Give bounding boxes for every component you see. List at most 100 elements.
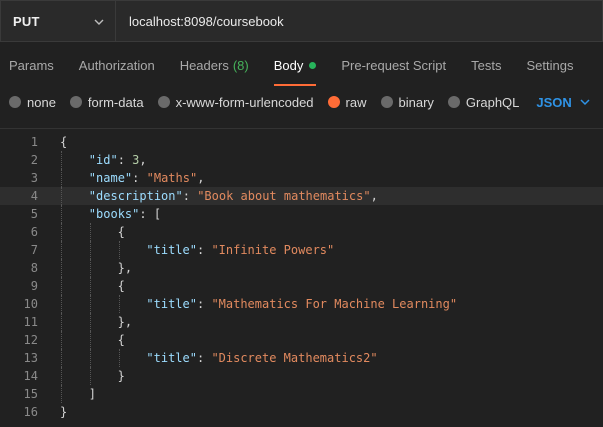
code-text: { <box>117 333 125 347</box>
line-number: 13 <box>23 351 38 365</box>
indent-guide <box>61 151 62 169</box>
code-text: }, <box>117 261 133 275</box>
radio-graphql[interactable]: GraphQL <box>447 94 520 110</box>
radio-selected-icon <box>327 96 340 108</box>
tab-label: Body <box>273 57 304 73</box>
indent-guide <box>89 259 91 277</box>
line-number: 7 <box>30 243 38 257</box>
line-number: 11 <box>23 315 38 329</box>
tab-headers[interactable]: Headers (8) <box>180 44 249 86</box>
line-number: 3 <box>30 171 38 185</box>
tab-params[interactable]: Params <box>9 44 54 86</box>
code-text: "title": "Discrete Mathematics2" <box>146 351 378 365</box>
code-line: 8}, <box>0 259 603 277</box>
code-line: 15] <box>0 385 603 403</box>
code-text: "title": "Mathematics For Machine Learni… <box>146 297 458 311</box>
indent-guide <box>118 349 120 367</box>
radio-form-data[interactable]: form-data <box>69 94 144 110</box>
url-input[interactable]: localhost:8098/coursebook <box>115 0 603 42</box>
indent-guide <box>61 385 62 403</box>
indent-guide <box>61 169 62 187</box>
code-line: 14} <box>0 367 603 385</box>
radio-icon <box>69 96 82 108</box>
code-text: } <box>60 405 68 419</box>
language-select[interactable]: JSON <box>536 94 590 110</box>
code-line: 13 "title": "Discrete Mathematics2" <box>0 349 603 367</box>
radio-raw[interactable]: raw <box>327 94 367 110</box>
code-line: 16} <box>0 403 603 421</box>
line-number: 6 <box>30 225 38 239</box>
tab-body[interactable]: Body <box>273 44 317 86</box>
indent-guide <box>89 295 91 313</box>
body-type-selector: none form-data x-www-form-urlencoded raw… <box>0 86 603 118</box>
code-line: 11}, <box>0 313 603 331</box>
request-tabs: Params Authorization Headers (8) Body Pre… <box>0 44 603 86</box>
tab-label: Pre-request Script <box>341 57 447 73</box>
radio-label: GraphQL <box>465 94 520 110</box>
indent-guide <box>89 349 91 367</box>
indent-guide <box>61 349 62 367</box>
indent-guide <box>89 313 91 331</box>
radio-icon <box>380 96 393 108</box>
line-number: 9 <box>30 279 38 293</box>
radio-icon <box>157 96 170 108</box>
radio-icon <box>9 96 21 108</box>
radio-binary[interactable]: binary <box>380 94 434 110</box>
code-line: 1{ <box>0 133 603 151</box>
indent-guide <box>61 367 62 385</box>
body-indicator-dot <box>309 61 317 69</box>
radio-label: binary <box>398 94 434 110</box>
code-line: 9{ <box>0 277 603 295</box>
tab-settings[interactable]: Settings <box>526 44 573 86</box>
line-number: 4 <box>30 189 38 203</box>
code-text: "description": "Book about mathematics", <box>88 189 378 203</box>
tab-label: Params <box>9 57 54 73</box>
indent-guide <box>89 331 91 349</box>
radio-label: raw <box>345 94 367 110</box>
code-editor[interactable]: 1{2 "id": 3, 3 "name": "Maths", 4 "descriptio… <box>0 128 603 427</box>
indent-guide <box>89 241 91 259</box>
indent-guide <box>61 205 62 223</box>
radio-label: form-data <box>87 94 144 110</box>
code-text: "books": [ <box>88 207 162 221</box>
indent-guide <box>61 223 62 241</box>
line-number: 15 <box>23 387 38 401</box>
radio-none[interactable]: none <box>9 95 56 110</box>
code-text: "name": "Maths", <box>88 171 205 185</box>
tab-pre-request-script[interactable]: Pre-request Script <box>341 44 446 86</box>
method-label: PUT <box>13 13 40 29</box>
tab-label: Headers <box>179 57 229 73</box>
url-text: localhost:8098/coursebook <box>129 13 284 29</box>
tab-label: Settings <box>526 57 574 73</box>
indent-guide <box>61 313 62 331</box>
radio-label: none <box>27 94 56 110</box>
language-label: JSON <box>536 94 572 110</box>
chevron-down-icon <box>94 19 104 25</box>
code-line: 7 "title": "Infinite Powers" <box>0 241 603 259</box>
tab-tests[interactable]: Tests <box>471 44 501 86</box>
indent-guide <box>61 295 62 313</box>
request-bar: PUT localhost:8098/coursebook <box>0 0 603 44</box>
code-text: "title": "Infinite Powers" <box>146 243 335 257</box>
indent-guide <box>61 277 62 295</box>
tab-authorization[interactable]: Authorization <box>79 44 155 86</box>
indent-guide <box>118 295 120 313</box>
line-number: 10 <box>23 297 38 311</box>
tab-label: Authorization <box>78 57 155 73</box>
indent-guide <box>61 331 62 349</box>
indent-guide <box>61 187 62 205</box>
code-text: { <box>117 225 125 239</box>
code-text: "id": 3, <box>88 153 147 167</box>
code-line: 4 "description": "Book about mathematics"… <box>0 187 603 205</box>
indent-guide <box>118 241 120 259</box>
code-line: 3 "name": "Maths", <box>0 169 603 187</box>
radio-urlencoded[interactable]: x-www-form-urlencoded <box>157 95 314 110</box>
code-text: ] <box>88 387 97 401</box>
code-line: 12 { <box>0 331 603 349</box>
line-number: 12 <box>23 333 38 347</box>
indent-guide <box>61 259 62 277</box>
indent-guide <box>89 367 91 385</box>
method-select[interactable]: PUT <box>0 0 115 42</box>
headers-count-badge: (8) <box>232 57 249 73</box>
code-text: }, <box>117 315 133 329</box>
